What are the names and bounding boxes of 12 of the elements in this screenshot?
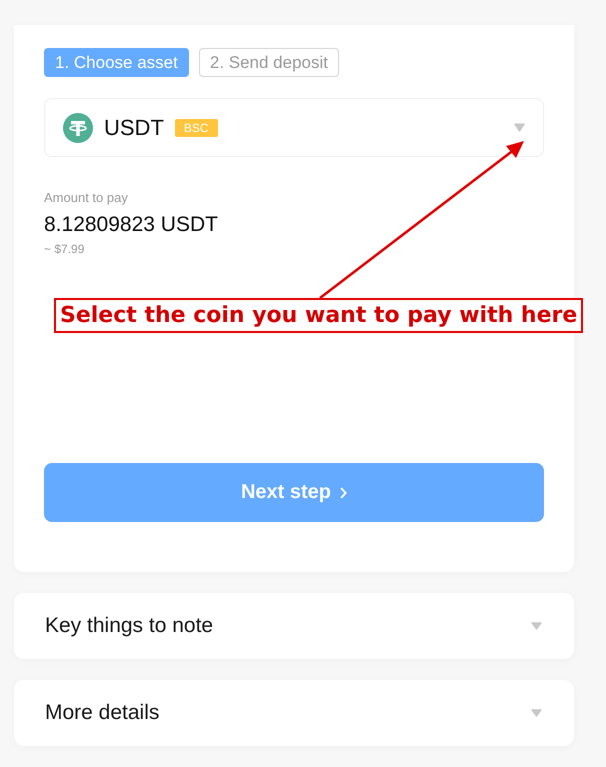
accordion-header[interactable]: Key things to note xyxy=(14,593,574,659)
caret-down-icon xyxy=(514,123,525,132)
chevron-right-icon xyxy=(340,486,348,498)
coin-icon xyxy=(63,112,93,142)
network-badge: BSC xyxy=(174,118,218,136)
fiat-value: ~ $7.99 xyxy=(44,242,84,257)
accordion-header[interactable]: More details xyxy=(14,680,574,746)
annotation-callout: Select the coin you want to pay with here xyxy=(54,298,584,333)
amount-value: 8.12809823 USDT xyxy=(44,212,218,238)
coin-name: USDT xyxy=(104,114,164,140)
coin-select[interactable]: USDT BSC xyxy=(44,98,544,157)
amount-label: Amount to pay xyxy=(44,190,128,206)
